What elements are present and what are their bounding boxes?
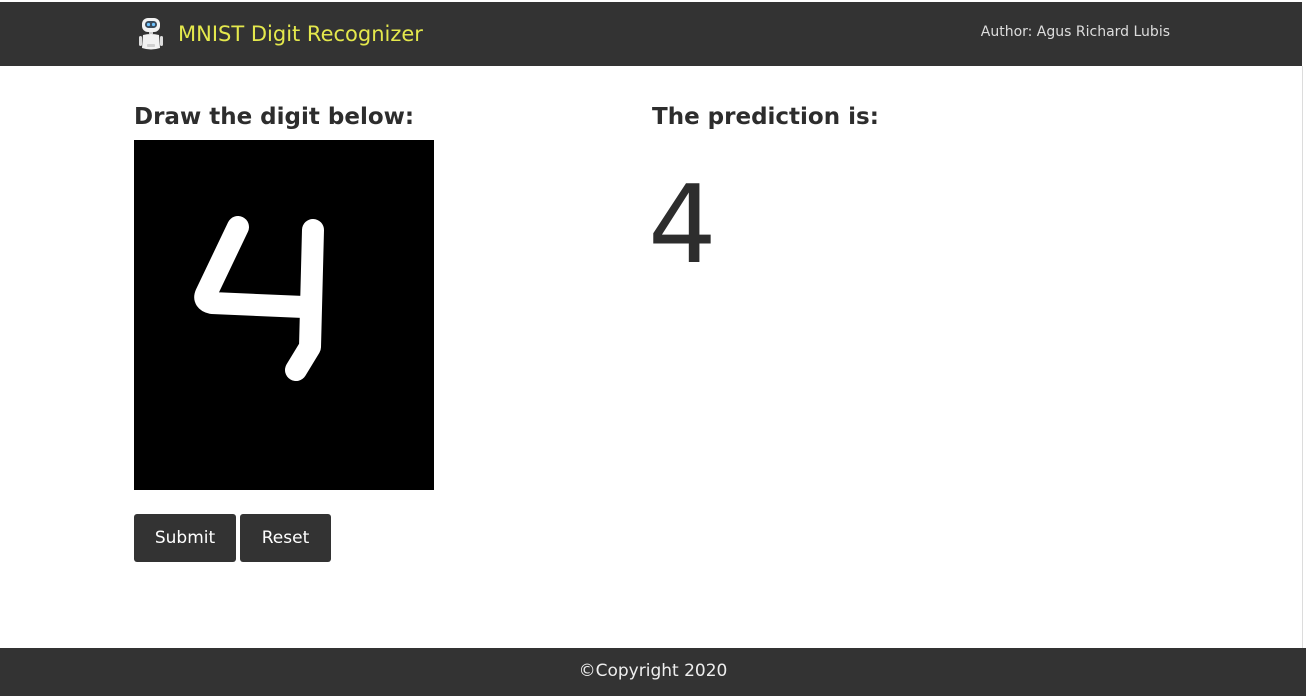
navbar: MNIST Digit Recognizer Author: Agus Rich… xyxy=(0,2,1302,66)
brand-link[interactable]: MNIST Digit Recognizer xyxy=(138,16,423,52)
footer: ©Copyright 2020 xyxy=(0,648,1306,696)
vertical-scrollbar[interactable] xyxy=(1302,66,1306,648)
copyright-text: ©Copyright 2020 xyxy=(578,661,728,681)
reset-button[interactable]: Reset xyxy=(240,514,331,562)
prediction-value: 4 xyxy=(648,163,717,288)
drawing-canvas[interactable] xyxy=(134,140,434,490)
author-label: Author: Agus Richard Lubis xyxy=(980,24,1170,40)
app-title: MNIST Digit Recognizer xyxy=(178,22,423,46)
robot-icon xyxy=(139,18,163,50)
submit-button[interactable]: Submit xyxy=(134,514,236,562)
prediction-heading: The prediction is: xyxy=(652,104,879,130)
draw-heading: Draw the digit below: xyxy=(134,104,415,130)
